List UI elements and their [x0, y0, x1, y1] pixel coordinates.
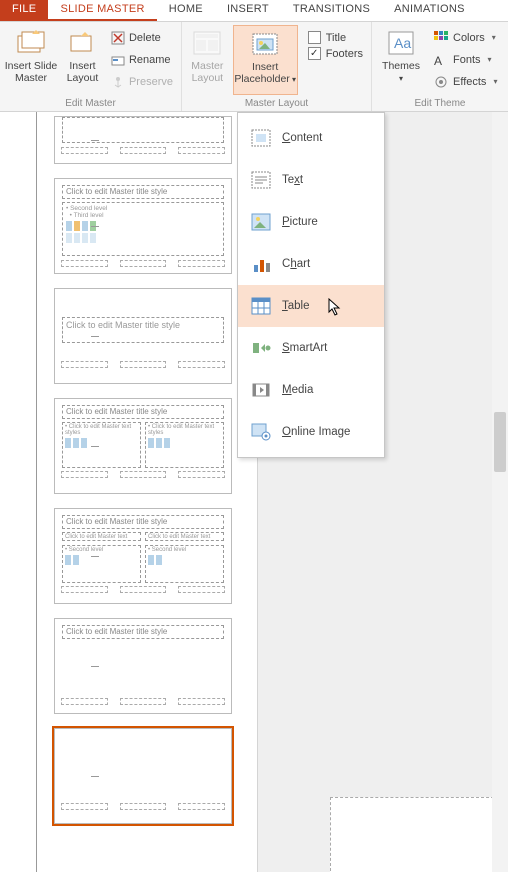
- menu-item-text[interactable]: Text: [238, 159, 384, 201]
- placeholder-icon: [249, 29, 281, 59]
- colors-button[interactable]: Colors▾: [430, 27, 501, 48]
- insert-slide-master-button[interactable]: Insert Slide Master: [4, 25, 58, 95]
- chevron-down-icon: ▾: [493, 77, 497, 86]
- menu-item-picture[interactable]: Picture: [238, 201, 384, 243]
- delete-button[interactable]: Delete: [107, 27, 177, 48]
- layout-icon: [66, 28, 98, 58]
- master-layout-button[interactable]: Master Layout: [186, 25, 229, 95]
- layout-thumbnail[interactable]: Click to edit Master title style • Click…: [54, 398, 232, 494]
- title-placeholder: Click to edit Master title style: [62, 625, 224, 639]
- layout-thumbnail[interactable]: Click to edit Master title style: [54, 618, 232, 714]
- checkbox-icon: ✓: [308, 47, 321, 60]
- chevron-down-icon: ▾: [492, 33, 496, 42]
- ribbon-tabs: FILE SLIDE MASTER HOME INSERT TRANSITION…: [0, 0, 508, 22]
- tab-file[interactable]: FILE: [0, 0, 48, 21]
- layout-thumbnail[interactable]: [54, 116, 232, 164]
- chevron-down-icon: ▾: [290, 75, 296, 84]
- group-master-layout: Master Layout Insert Placeholder ▾ Title…: [182, 22, 372, 111]
- rename-icon: [111, 53, 125, 67]
- tab-animations[interactable]: ANIMATIONS: [382, 0, 477, 21]
- themes-icon: Aa: [385, 28, 417, 58]
- preserve-button[interactable]: Preserve: [107, 71, 177, 92]
- chevron-down-icon: ▾: [488, 55, 492, 64]
- slide-edit-area[interactable]: [330, 797, 508, 872]
- title-placeholder: Click to edit Master title style: [62, 515, 224, 529]
- menu-item-media[interactable]: Media: [238, 369, 384, 411]
- effects-icon: [434, 75, 448, 89]
- preserve-icon: [111, 75, 125, 89]
- online-image-icon: [250, 421, 272, 443]
- tab-insert[interactable]: INSERT: [215, 0, 281, 21]
- scrollbar-thumb[interactable]: [494, 412, 506, 472]
- smartart-icon: [250, 337, 272, 359]
- group-edit-master: Insert Slide Master Insert Layout Delete…: [0, 22, 182, 111]
- title-checkbox[interactable]: Title: [308, 31, 363, 44]
- title-placeholder: Click to edit Master title style: [62, 405, 224, 419]
- title-placeholder: Click to edit Master title style: [62, 317, 224, 343]
- layout-thumbnail[interactable]: Click to edit Master title style: [54, 288, 232, 384]
- table-icon: [250, 295, 272, 317]
- ribbon: Insert Slide Master Insert Layout Delete…: [0, 22, 508, 112]
- menu-item-online-image[interactable]: Online Image: [238, 411, 384, 453]
- layout-thumbnail[interactable]: Click to edit Master title style • Secon…: [54, 178, 232, 274]
- svg-text:A: A: [434, 54, 442, 67]
- edit-master-small-buttons: Delete Rename Preserve: [107, 25, 177, 92]
- slide-thumbnails-panel[interactable]: Click to edit Master title style • Secon…: [0, 112, 258, 872]
- group-label-master-layout: Master Layout: [186, 97, 367, 111]
- title-placeholder: Click to edit Master title style: [62, 185, 224, 199]
- content-icon: [250, 127, 272, 149]
- colors-icon: [434, 31, 448, 45]
- fonts-icon: A: [434, 53, 448, 67]
- layout-thumbnail-selected[interactable]: [54, 728, 232, 824]
- svg-text:Aa: Aa: [394, 35, 411, 51]
- menu-item-smartart[interactable]: SmartArt: [238, 327, 384, 369]
- hierarchy-line: [36, 112, 37, 872]
- menu-item-chart[interactable]: Chart: [238, 243, 384, 285]
- checkbox-icon: [308, 31, 321, 44]
- scrollbar-vertical[interactable]: [492, 112, 508, 872]
- themes-button[interactable]: Aa Themes▾: [376, 25, 426, 95]
- text-icon: [250, 169, 272, 191]
- tab-transitions[interactable]: TRANSITIONS: [281, 0, 382, 21]
- picture-icon: [250, 211, 272, 233]
- group-label-edit-master: Edit Master: [4, 97, 177, 111]
- fonts-button[interactable]: A Fonts▾: [430, 49, 501, 70]
- group-label-edit-theme: Edit Theme: [376, 97, 504, 111]
- tab-slide-master[interactable]: SLIDE MASTER: [48, 0, 156, 21]
- chart-icon: [250, 253, 272, 275]
- chevron-down-icon: ▾: [399, 74, 403, 83]
- media-icon: [250, 379, 272, 401]
- delete-icon: [111, 31, 125, 45]
- rename-button[interactable]: Rename: [107, 49, 177, 70]
- insert-placeholder-menu: Content Text Picture Chart Table SmartAr…: [237, 112, 385, 458]
- footers-checkbox[interactable]: ✓ Footers: [308, 47, 363, 60]
- group-edit-theme: Aa Themes▾ Colors▾ A Fonts▾ Effects▾: [372, 22, 508, 111]
- master-layout-icon: [191, 28, 223, 58]
- slide-master-icon: [15, 28, 47, 58]
- tab-home[interactable]: HOME: [157, 0, 215, 21]
- layout-thumbnail[interactable]: Click to edit Master title style Click t…: [54, 508, 232, 604]
- menu-item-content[interactable]: Content: [238, 117, 384, 159]
- menu-item-table[interactable]: Table: [238, 285, 384, 327]
- insert-placeholder-button[interactable]: Insert Placeholder ▾: [233, 25, 298, 95]
- insert-layout-button[interactable]: Insert Layout: [62, 25, 103, 95]
- effects-button[interactable]: Effects▾: [430, 71, 501, 92]
